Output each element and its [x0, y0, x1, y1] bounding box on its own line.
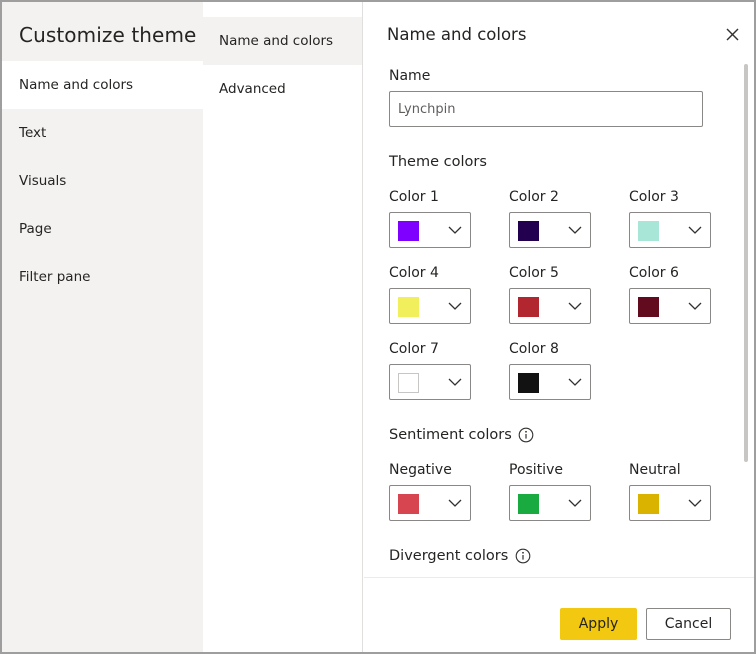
- color-1-swatch: [398, 221, 419, 241]
- divergent-colors-heading: Divergent colors: [389, 548, 509, 564]
- chevron-down-icon: [568, 226, 582, 234]
- negative-label: Negative: [389, 462, 452, 478]
- name-label: Name: [389, 68, 431, 84]
- color-7-label: Color 7: [389, 341, 439, 357]
- chevron-down-icon: [448, 302, 462, 310]
- theme-name-input[interactable]: [389, 91, 703, 127]
- color-1-label: Color 1: [389, 189, 439, 205]
- chevron-down-icon: [568, 302, 582, 310]
- info-icon[interactable]: [518, 427, 534, 443]
- color-6-picker[interactable]: [629, 288, 711, 324]
- color-4-label: Color 4: [389, 265, 439, 281]
- close-button[interactable]: [722, 24, 744, 46]
- negative-color-picker[interactable]: [389, 485, 471, 521]
- category-nav: Customize theme Name and colors Text Vis…: [2, 2, 203, 652]
- dialog-footer: Apply Cancel: [364, 577, 754, 652]
- color-1-picker[interactable]: [389, 212, 471, 248]
- chevron-down-icon: [448, 378, 462, 386]
- color-7-swatch: [398, 373, 419, 393]
- customize-theme-dialog: Customize theme Name and colors Text Vis…: [0, 0, 756, 654]
- cancel-button[interactable]: Cancel: [646, 608, 731, 640]
- nav-item-page[interactable]: Page: [2, 205, 203, 253]
- info-icon[interactable]: [515, 548, 531, 564]
- close-icon: [726, 28, 739, 41]
- color-8-swatch: [518, 373, 539, 393]
- content-scrollbar[interactable]: [744, 64, 748, 462]
- chevron-down-icon: [448, 499, 462, 507]
- color-3-swatch: [638, 221, 659, 241]
- chevron-down-icon: [568, 499, 582, 507]
- section-title: Name and colors: [387, 25, 527, 44]
- color-2-swatch: [518, 221, 539, 241]
- chevron-down-icon: [568, 378, 582, 386]
- subnav-item-advanced[interactable]: Advanced: [203, 65, 362, 113]
- theme-colors-heading: Theme colors: [389, 154, 487, 170]
- color-3-label: Color 3: [629, 189, 679, 205]
- color-5-label: Color 5: [509, 265, 559, 281]
- positive-label: Positive: [509, 462, 563, 478]
- neutral-swatch: [638, 494, 659, 514]
- neutral-label: Neutral: [629, 462, 681, 478]
- chevron-down-icon: [688, 302, 702, 310]
- nav-item-name-and-colors[interactable]: Name and colors: [2, 61, 203, 109]
- neutral-color-picker[interactable]: [629, 485, 711, 521]
- color-8-label: Color 8: [509, 341, 559, 357]
- chevron-down-icon: [688, 499, 702, 507]
- chevron-down-icon: [448, 226, 462, 234]
- apply-button[interactable]: Apply: [560, 608, 637, 640]
- positive-swatch: [518, 494, 539, 514]
- nav-item-text[interactable]: Text: [2, 109, 203, 157]
- color-2-label: Color 2: [509, 189, 559, 205]
- settings-panel: Name and colors Name Theme colors Color …: [364, 2, 754, 577]
- color-4-picker[interactable]: [389, 288, 471, 324]
- color-2-picker[interactable]: [509, 212, 591, 248]
- color-6-swatch: [638, 297, 659, 317]
- chevron-down-icon: [688, 226, 702, 234]
- negative-swatch: [398, 494, 419, 514]
- color-6-label: Color 6: [629, 265, 679, 281]
- nav-item-filter-pane[interactable]: Filter pane: [2, 253, 203, 301]
- subnav-item-name-and-colors[interactable]: Name and colors: [203, 17, 362, 65]
- sentiment-colors-heading: Sentiment colors: [389, 427, 512, 443]
- color-4-swatch: [398, 297, 419, 317]
- subcategory-nav: Name and colors Advanced: [203, 2, 363, 652]
- color-8-picker[interactable]: [509, 364, 591, 400]
- color-5-picker[interactable]: [509, 288, 591, 324]
- color-5-swatch: [518, 297, 539, 317]
- color-7-picker[interactable]: [389, 364, 471, 400]
- color-3-picker[interactable]: [629, 212, 711, 248]
- dialog-title: Customize theme: [19, 23, 197, 47]
- positive-color-picker[interactable]: [509, 485, 591, 521]
- nav-item-visuals[interactable]: Visuals: [2, 157, 203, 205]
